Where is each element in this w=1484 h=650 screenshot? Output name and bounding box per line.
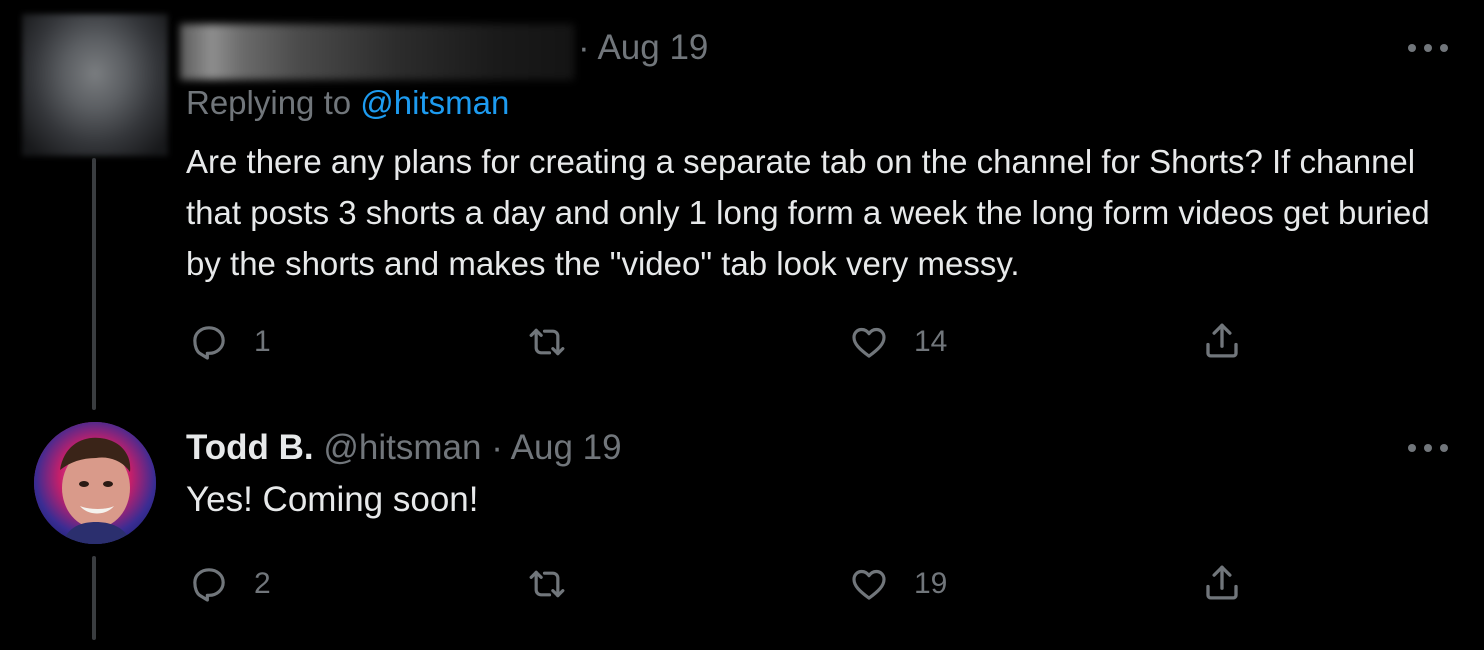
tweet-text: Are there any plans for creating a separ… xyxy=(186,143,1430,282)
like-button[interactable]: 14 xyxy=(848,322,947,362)
more-options-icon[interactable] xyxy=(1408,442,1448,454)
heart-icon xyxy=(852,327,886,358)
date-separator: · xyxy=(491,428,503,467)
avatar-blurred[interactable] xyxy=(22,14,168,156)
retweet-icon xyxy=(529,570,565,598)
more-options-icon[interactable] xyxy=(1408,42,1448,54)
reply-button[interactable]: 2 xyxy=(188,564,271,604)
date-separator: · xyxy=(578,28,590,67)
retweet-button[interactable] xyxy=(524,564,570,604)
replying-to-handle-link[interactable]: @hitsman xyxy=(360,84,509,121)
tweet-header: Todd B. @hitsman · Aug 19 xyxy=(186,428,622,468)
tweet-text: Yes! Coming soon! xyxy=(186,480,479,519)
author-handle[interactable]: @hitsman xyxy=(323,428,481,467)
tweet-date[interactable]: Aug 19 xyxy=(511,428,622,467)
avatar[interactable] xyxy=(34,422,156,544)
heart-icon xyxy=(852,569,886,600)
share-icon xyxy=(1206,565,1238,600)
like-count: 19 xyxy=(914,567,948,600)
reply-count: 2 xyxy=(254,567,271,600)
tweet-date[interactable]: · Aug 19 xyxy=(578,28,708,68)
replying-to: Replying to @hitsman xyxy=(186,84,509,122)
replying-to-label: Replying to xyxy=(186,84,361,121)
share-icon xyxy=(1206,323,1238,358)
like-button[interactable]: 19 xyxy=(848,564,947,604)
date-text[interactable]: Aug 19 xyxy=(597,28,708,67)
like-count: 14 xyxy=(914,325,948,358)
retweet-button[interactable] xyxy=(524,322,570,362)
author-name[interactable]: Todd B. xyxy=(186,428,314,467)
reply-button[interactable]: 1 xyxy=(188,322,271,362)
author-name-blurred[interactable] xyxy=(180,24,574,80)
reply-count: 1 xyxy=(254,325,271,358)
share-button[interactable] xyxy=(1200,562,1244,604)
reply-icon xyxy=(193,568,225,602)
tweet-thread: · Aug 19 Replying to @hitsman Are there … xyxy=(0,0,1484,650)
avatar-photo-icon xyxy=(34,422,156,544)
reply-icon xyxy=(193,326,225,360)
tweet-reply-original[interactable]: · Aug 19 Replying to @hitsman Are there … xyxy=(0,0,1484,410)
retweet-icon xyxy=(529,328,565,356)
share-button[interactable] xyxy=(1200,320,1244,362)
